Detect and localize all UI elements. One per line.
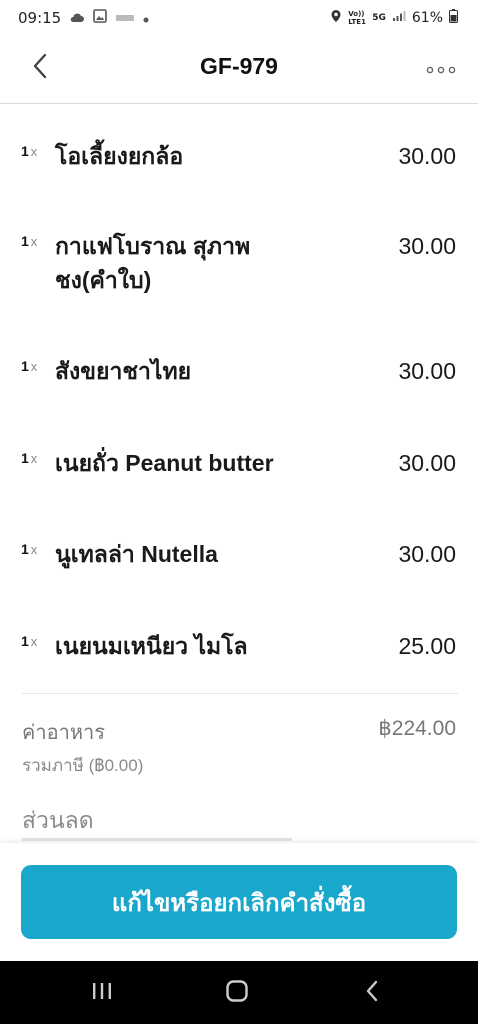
- status-right: Vo)) LTE1 5G 61%: [330, 9, 458, 27]
- item-quantity: 1x: [21, 450, 38, 466]
- cloud-icon: [69, 9, 85, 27]
- item-price: 30.00: [398, 450, 456, 476]
- item-price: 30.00: [398, 143, 456, 169]
- location-icon: [330, 9, 342, 27]
- home-button[interactable]: [217, 975, 257, 1011]
- item-name: เนยถั่ว Peanut butter: [55, 450, 274, 476]
- item-name: สังขยาชาไทย: [55, 358, 192, 384]
- page-title: GF-979: [200, 53, 278, 79]
- tax-included-label: รวมภาษี (฿0.00): [22, 756, 144, 775]
- divider: [22, 693, 458, 694]
- item-quantity: 1x: [21, 143, 38, 159]
- order-header: GF-979: [0, 36, 478, 104]
- recent-apps-icon: [90, 981, 114, 1005]
- more-options-button[interactable]: [424, 56, 458, 80]
- dot-icon: [143, 9, 149, 27]
- item-name: กาแฟโบราณ สุภาพชง(คำใบ): [55, 233, 251, 293]
- back-icon: [364, 979, 380, 1007]
- item-price: 30.00: [398, 233, 456, 259]
- clock: 09:15: [18, 9, 62, 27]
- more-horizontal-icon: [426, 59, 456, 78]
- item-quantity: 1x: [21, 541, 38, 557]
- nav-back-button[interactable]: [352, 975, 392, 1011]
- battery-icon: [449, 9, 458, 27]
- edit-or-cancel-order-button[interactable]: แก้ไขหรือยกเลิกคำสั่งซื้อ: [21, 865, 457, 939]
- item-price: 30.00: [398, 541, 456, 567]
- item-quantity: 1x: [21, 233, 38, 249]
- image-icon: [93, 9, 108, 27]
- battery-percent: 61%: [411, 10, 443, 26]
- item-price: 30.00: [398, 358, 456, 384]
- signal-icon: [392, 10, 406, 26]
- food-cost-summary: ค่าอาหาร รวมภาษี (฿0.00) ฿224.00: [22, 716, 456, 779]
- item-name: โอเลี้ยงยกล้อ: [55, 143, 184, 169]
- volte-icon: Vo)) LTE1: [348, 10, 366, 26]
- 5g-icon: 5G: [372, 13, 386, 23]
- bottom-action-panel: แก้ไขหรือยกเลิกคำสั่งซื้อ: [0, 843, 478, 961]
- status-bar: 09:15 Vo)) LTE1 5G 61%: [0, 0, 478, 36]
- item-name: เนยนมเหนียว ไมโล: [55, 633, 248, 659]
- item-quantity: 1x: [21, 358, 38, 374]
- item-price: 25.00: [398, 633, 456, 659]
- recent-apps-button[interactable]: [82, 975, 122, 1011]
- item-quantity: 1x: [21, 633, 38, 649]
- home-icon: [225, 979, 249, 1007]
- status-left: 09:15: [18, 9, 149, 27]
- system-nav-bar: [0, 961, 478, 1024]
- food-cost-amount: ฿224.00: [378, 717, 456, 740]
- item-name: นูเทลล่า Nutella: [55, 541, 218, 567]
- notification-icon: [115, 9, 135, 27]
- discount-label: ส่วนลด: [22, 807, 94, 833]
